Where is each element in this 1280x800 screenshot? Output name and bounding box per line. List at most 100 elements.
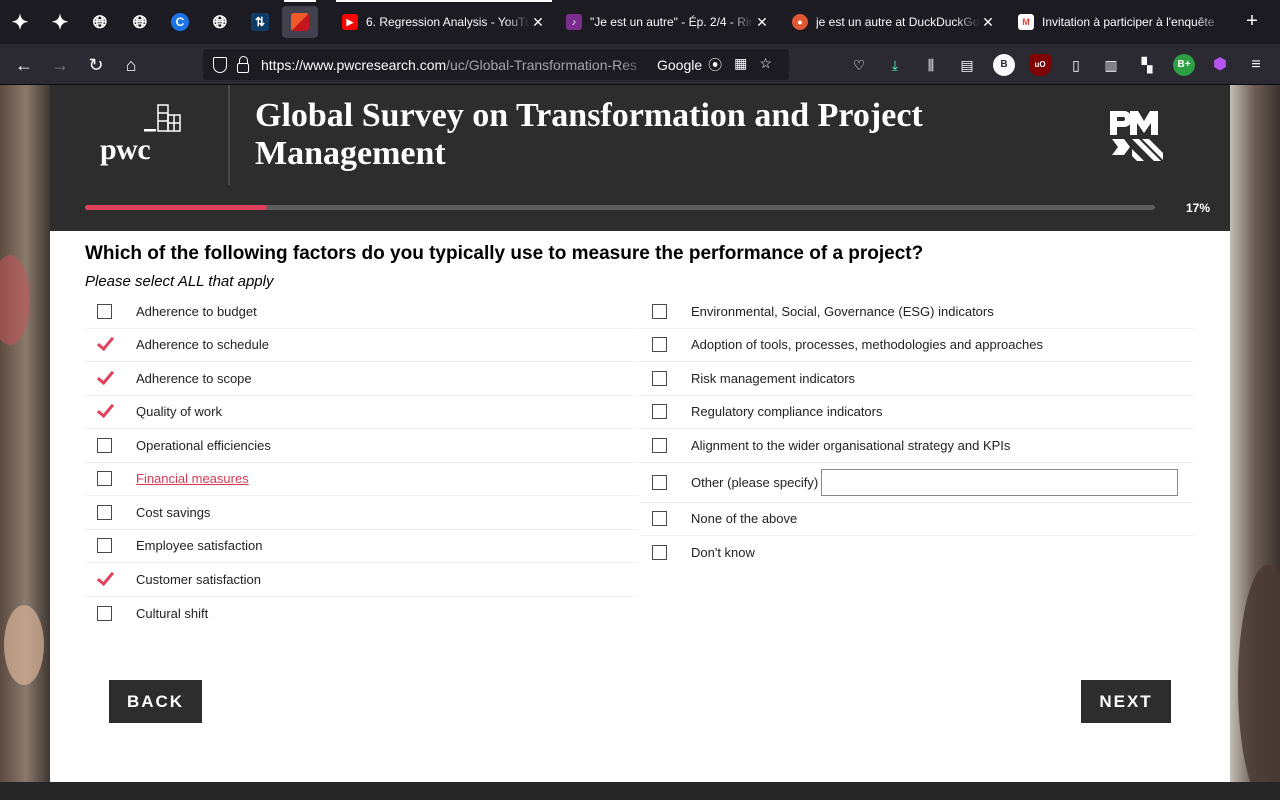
- checkbox[interactable]: [97, 605, 112, 621]
- option-label[interactable]: Financial measures: [136, 471, 249, 486]
- forward-arrow-icon[interactable]: →: [46, 52, 74, 78]
- option-label[interactable]: Regulatory compliance indicators: [691, 404, 882, 419]
- pinned-tab-1[interactable]: ✦: [2, 6, 38, 38]
- checkbox-option[interactable]: Operational efficiencies: [85, 429, 638, 463]
- columns-icon[interactable]: ▥: [1100, 54, 1122, 76]
- checkbox-option[interactable]: Employee satisfaction: [85, 530, 638, 563]
- back-arrow-icon[interactable]: ←: [10, 52, 38, 78]
- pinned-tab-2[interactable]: ✦: [42, 6, 78, 38]
- pinned-tab-5[interactable]: C: [162, 6, 198, 38]
- home-icon[interactable]: ⌂: [117, 52, 145, 78]
- option-label[interactable]: Quality of work: [136, 404, 222, 419]
- checkbox[interactable]: [97, 471, 112, 487]
- tab-youtube[interactable]: ▶ 6. Regression Analysis - YouTube ✕: [336, 4, 552, 40]
- option-label[interactable]: Employee satisfaction: [136, 538, 262, 553]
- grid-extension-icon[interactable]: ▦: [734, 55, 747, 75]
- checkbox[interactable]: [652, 437, 667, 453]
- checkbox-checked[interactable]: [97, 571, 112, 587]
- checkbox-checked[interactable]: [97, 404, 112, 420]
- options-column-right: Environmental, Social, Governance (ESG) …: [640, 295, 1194, 570]
- option-label[interactable]: Cost savings: [136, 505, 210, 520]
- bplus-extension-icon[interactable]: B+: [1173, 54, 1195, 76]
- tab-rimbaud[interactable]: ♪ "Je est un autre" - Ép. 2/4 - Rimbaud …: [560, 4, 776, 40]
- checkbox-option[interactable]: Don't know: [640, 536, 1194, 570]
- tab-duckduckgo[interactable]: ● je est un autre at DuckDuckGo ✕: [786, 4, 1002, 40]
- tab-gmail[interactable]: M Invitation à participer à l'enquête: [1012, 4, 1230, 40]
- pinned-tab-7[interactable]: ⇅: [242, 6, 278, 38]
- lock-icon[interactable]: [237, 55, 249, 73]
- b-extension-icon[interactable]: B: [993, 54, 1015, 76]
- checkbox-option[interactable]: Quality of work: [85, 396, 638, 429]
- close-tab-icon[interactable]: ✕: [980, 14, 996, 30]
- other-specify-input[interactable]: [821, 468, 1179, 496]
- checkbox-option[interactable]: Cultural shift: [85, 597, 638, 631]
- option-label[interactable]: Risk management indicators: [691, 371, 855, 386]
- option-label[interactable]: Environmental, Social, Governance (ESG) …: [691, 304, 994, 319]
- download-icon[interactable]: ⤓: [884, 54, 906, 76]
- reload-icon[interactable]: ↻: [82, 52, 110, 78]
- checkbox-option[interactable]: Environmental, Social, Governance (ESG) …: [640, 295, 1194, 329]
- checkbox-checked[interactable]: [97, 370, 112, 386]
- checkbox[interactable]: [97, 538, 112, 554]
- fingerprint-icon[interactable]: ⦿: [708, 55, 722, 75]
- pinned-tab-6[interactable]: 🌐︎: [202, 6, 238, 38]
- checkbox[interactable]: [652, 404, 667, 420]
- sidebar-icon[interactable]: ▤: [956, 54, 978, 76]
- checkbox-option[interactable]: Other (please specify): [640, 463, 1194, 503]
- checkbox-option[interactable]: Regulatory compliance indicators: [640, 396, 1194, 429]
- checkbox[interactable]: [97, 504, 112, 520]
- search-engine-label[interactable]: Google: [657, 57, 702, 73]
- checkbox-option[interactable]: Alignment to the wider organisational st…: [640, 429, 1194, 463]
- checkbox[interactable]: [97, 303, 112, 319]
- pwc-logo: pwc: [100, 103, 190, 173]
- option-label[interactable]: Customer satisfaction: [136, 572, 261, 587]
- close-tab-icon[interactable]: ✕: [530, 14, 546, 30]
- checkbox[interactable]: [652, 511, 667, 527]
- document-icon[interactable]: ▯: [1065, 54, 1087, 76]
- checkbox[interactable]: [652, 545, 667, 561]
- checkbox-option[interactable]: None of the above: [640, 503, 1194, 536]
- url-bar[interactable]: https://www.pwcresearch.com/uc/Global-Tr…: [203, 49, 789, 80]
- ublock-origin-icon[interactable]: uO: [1029, 54, 1051, 76]
- checkbox[interactable]: [97, 437, 112, 453]
- checkbox-option[interactable]: Customer satisfaction: [85, 563, 638, 597]
- option-label[interactable]: Adherence to budget: [136, 304, 257, 319]
- option-label[interactable]: Adoption of tools, processes, methodolog…: [691, 337, 1043, 352]
- checkbox-option[interactable]: Adherence to budget: [85, 295, 638, 329]
- hexagon-extension-icon[interactable]: ⬢: [1209, 54, 1231, 76]
- pinned-tab-8-active[interactable]: [282, 6, 318, 38]
- option-label[interactable]: Other (please specify): [691, 475, 818, 490]
- url-text[interactable]: https://www.pwcresearch.com/uc/Global-Tr…: [261, 57, 651, 73]
- close-tab-icon[interactable]: ✕: [754, 14, 770, 30]
- bookmark-star-icon[interactable]: ☆: [759, 55, 772, 75]
- checkbox-option[interactable]: Cost savings: [85, 496, 638, 530]
- survey-header: pwc Global Survey on Transformation and …: [50, 85, 1230, 231]
- checkbox-option[interactable]: Adherence to scope: [85, 362, 638, 396]
- checkbox[interactable]: [652, 337, 667, 353]
- checkbox-checked[interactable]: [97, 337, 112, 353]
- option-label[interactable]: Operational efficiencies: [136, 438, 271, 453]
- pocket-icon[interactable]: ♡: [848, 54, 870, 76]
- option-label[interactable]: Cultural shift: [136, 606, 208, 621]
- option-label[interactable]: Adherence to scope: [136, 371, 252, 386]
- checkbox[interactable]: [652, 303, 667, 319]
- option-label[interactable]: Alignment to the wider organisational st…: [691, 438, 1010, 453]
- checkbox[interactable]: [652, 474, 667, 490]
- new-tab-button[interactable]: +: [1240, 10, 1264, 34]
- back-button[interactable]: BACK: [109, 680, 202, 723]
- option-label[interactable]: Adherence to schedule: [136, 337, 269, 352]
- checkbox-option[interactable]: Financial measures: [85, 463, 638, 496]
- checkbox-option[interactable]: Adoption of tools, processes, methodolog…: [640, 329, 1194, 362]
- option-label[interactable]: Don't know: [691, 545, 755, 560]
- next-button[interactable]: NEXT: [1081, 680, 1171, 723]
- pinned-tab-4[interactable]: 🌐︎: [122, 6, 158, 38]
- checkbox[interactable]: [652, 370, 667, 386]
- library-icon[interactable]: ⫼: [920, 54, 942, 76]
- checkbox-option[interactable]: Adherence to schedule: [85, 329, 638, 362]
- tracking-shield-icon[interactable]: [213, 56, 227, 73]
- option-label[interactable]: None of the above: [691, 511, 797, 526]
- extensions-grid-icon[interactable]: ▚: [1136, 54, 1158, 76]
- menu-icon[interactable]: ≡: [1245, 54, 1267, 76]
- checkbox-option[interactable]: Risk management indicators: [640, 362, 1194, 396]
- pinned-tab-3[interactable]: 🌐︎: [82, 6, 118, 38]
